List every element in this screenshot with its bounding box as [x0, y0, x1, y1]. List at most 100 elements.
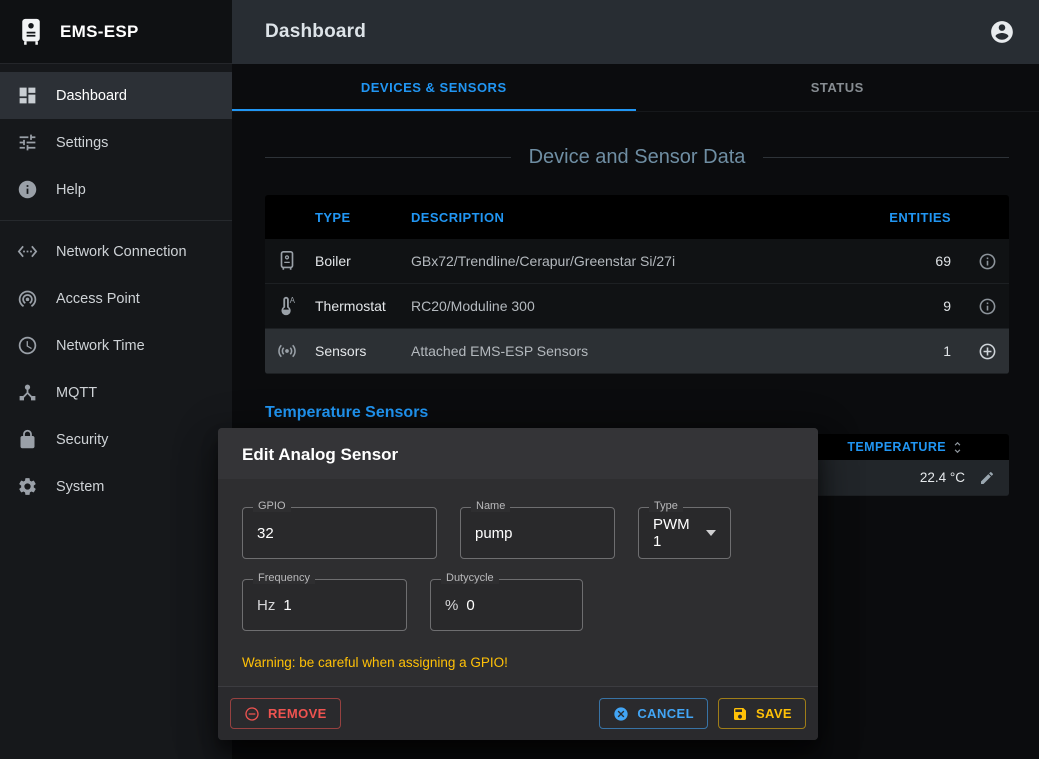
ethernet-icon	[17, 241, 38, 262]
sidebar-divider	[0, 220, 232, 221]
dialog-actions: REMOVE CANCEL SAVE	[218, 686, 818, 740]
tab-bar: DEVICES & SENSORS STATUS	[232, 64, 1039, 112]
name-field[interactable]: Name	[460, 507, 615, 559]
tab-label: DEVICES & SENSORS	[361, 80, 507, 95]
divider-line	[265, 157, 511, 158]
add-sensor-button[interactable]	[965, 342, 1009, 361]
dutycycle-input[interactable]	[466, 597, 568, 614]
sidebar-item-security[interactable]: Security	[0, 416, 232, 463]
gpio-input[interactable]	[257, 525, 422, 542]
device-table-header: TYPE DESCRIPTION ENTITIES	[265, 195, 1009, 239]
frequency-field-label: Frequency	[253, 572, 315, 584]
info-icon	[17, 179, 38, 200]
sidebar-item-help[interactable]: Help	[0, 166, 232, 213]
sidebar-item-label: System	[56, 479, 104, 495]
table-row-thermostat[interactable]: A Thermostat RC20/Moduline 300 9	[265, 284, 1009, 329]
device-type: Sensors	[309, 343, 405, 359]
remove-button[interactable]: REMOVE	[230, 698, 341, 729]
account-circle-icon	[989, 19, 1015, 45]
sidebar-item-network-connection[interactable]: Network Connection	[0, 228, 232, 275]
frequency-field[interactable]: Frequency Hz	[242, 579, 407, 631]
device-entities: 9	[869, 298, 965, 314]
sidebar-item-settings[interactable]: Settings	[0, 119, 232, 166]
temperature-value: 22.4 °C	[805, 470, 965, 485]
app-logo: EMS-ESP	[0, 0, 232, 64]
account-button[interactable]	[985, 15, 1019, 49]
app-root: EMS-ESP Dashboard Settings Help Network …	[0, 0, 1039, 759]
sidebar-item-label: Network Time	[56, 338, 145, 354]
device-description: Attached EMS-ESP Sensors	[405, 343, 869, 359]
tune-icon	[17, 132, 38, 153]
sidebar-item-system[interactable]: System	[0, 463, 232, 510]
section-title: Device and Sensor Data	[529, 146, 746, 169]
gpio-field[interactable]: GPIO	[242, 507, 437, 559]
dutycycle-field[interactable]: Dutycycle %	[430, 579, 583, 631]
column-header-type: TYPE	[309, 210, 405, 225]
frequency-input[interactable]	[283, 597, 392, 614]
dutycycle-unit-prefix: %	[445, 597, 458, 614]
sidebar-item-access-point[interactable]: Access Point	[0, 275, 232, 322]
type-selected-value: PWM 1	[653, 516, 698, 550]
table-row-sensors[interactable]: Sensors Attached EMS-ESP Sensors 1	[265, 329, 1009, 374]
dutycycle-field-label: Dutycycle	[441, 572, 499, 584]
sidebar-item-label: Settings	[56, 135, 108, 151]
device-table-body: Boiler GBx72/Trendline/Cerapur/Greenstar…	[265, 239, 1009, 374]
sensors-icon	[265, 340, 309, 362]
device-type: Thermostat	[309, 298, 405, 314]
table-row-boiler[interactable]: Boiler GBx72/Trendline/Cerapur/Greenstar…	[265, 239, 1009, 284]
sidebar-item-label: Dashboard	[56, 88, 127, 104]
name-input[interactable]	[475, 525, 600, 542]
tab-label: STATUS	[811, 80, 864, 95]
edit-analog-sensor-dialog: Edit Analog Sensor GPIO Name Type PWM 1	[218, 428, 818, 740]
save-icon	[732, 706, 748, 722]
cancel-icon	[613, 706, 629, 722]
page-title: Dashboard	[265, 21, 366, 43]
sidebar-item-label: Help	[56, 182, 86, 198]
info-outline-icon	[978, 297, 997, 316]
device-description: GBx72/Trendline/Cerapur/Greenstar Si/27i	[405, 253, 869, 269]
device-hub-icon	[17, 382, 38, 403]
tab-devices-sensors[interactable]: DEVICES & SENSORS	[232, 64, 636, 111]
lock-icon	[17, 429, 38, 450]
edit-pencil-icon	[979, 470, 995, 486]
type-select[interactable]: Type PWM 1	[638, 507, 731, 559]
divider-line	[763, 157, 1009, 158]
app-title: EMS-ESP	[60, 22, 139, 42]
sidebar-item-label: Access Point	[56, 291, 140, 307]
info-button[interactable]	[965, 252, 1009, 271]
unfold-more-icon	[950, 440, 965, 455]
field-row-1: GPIO Name Type PWM 1	[242, 507, 794, 559]
remove-circle-icon	[244, 706, 260, 722]
sidebar-item-mqtt[interactable]: MQTT	[0, 369, 232, 416]
water-heater-logo-icon	[16, 17, 46, 47]
cancel-button[interactable]: CANCEL	[599, 698, 708, 729]
edit-sensor-button[interactable]	[965, 470, 1009, 486]
sidebar-item-label: Security	[56, 432, 108, 448]
sidebar-item-dashboard[interactable]: Dashboard	[0, 72, 232, 119]
sidebar-item-label: Network Connection	[56, 244, 187, 260]
temperature-sensors-title: Temperature Sensors	[265, 404, 1009, 422]
sidebar-item-label: MQTT	[56, 385, 97, 401]
chevron-down-icon	[706, 530, 716, 536]
device-table: TYPE DESCRIPTION ENTITIES Boiler GBx72/T…	[265, 195, 1009, 374]
gpio-field-label: GPIO	[253, 500, 291, 512]
column-header-description: DESCRIPTION	[405, 210, 869, 225]
info-button[interactable]	[965, 297, 1009, 316]
name-field-label: Name	[471, 500, 510, 512]
sidebar: EMS-ESP Dashboard Settings Help Network …	[0, 0, 232, 759]
type-field-label: Type	[649, 500, 683, 512]
temperature-header-label: TEMPERATURE	[847, 440, 946, 454]
sidebar-item-network-time[interactable]: Network Time	[0, 322, 232, 369]
tab-status[interactable]: STATUS	[636, 64, 1039, 111]
device-entities: 69	[869, 253, 965, 269]
field-row-2: Frequency Hz Dutycycle %	[242, 579, 794, 631]
gpio-warning-text: Warning: be careful when assigning a GPI…	[242, 655, 794, 670]
device-entities: 1	[869, 343, 965, 359]
device-description: RC20/Moduline 300	[405, 298, 869, 314]
save-button[interactable]: SAVE	[718, 698, 806, 729]
column-header-entities: ENTITIES	[869, 210, 965, 225]
add-circle-icon	[978, 342, 997, 361]
remove-button-label: REMOVE	[268, 706, 327, 721]
column-header-temperature[interactable]: TEMPERATURE	[805, 440, 965, 455]
gear-icon	[17, 476, 38, 497]
